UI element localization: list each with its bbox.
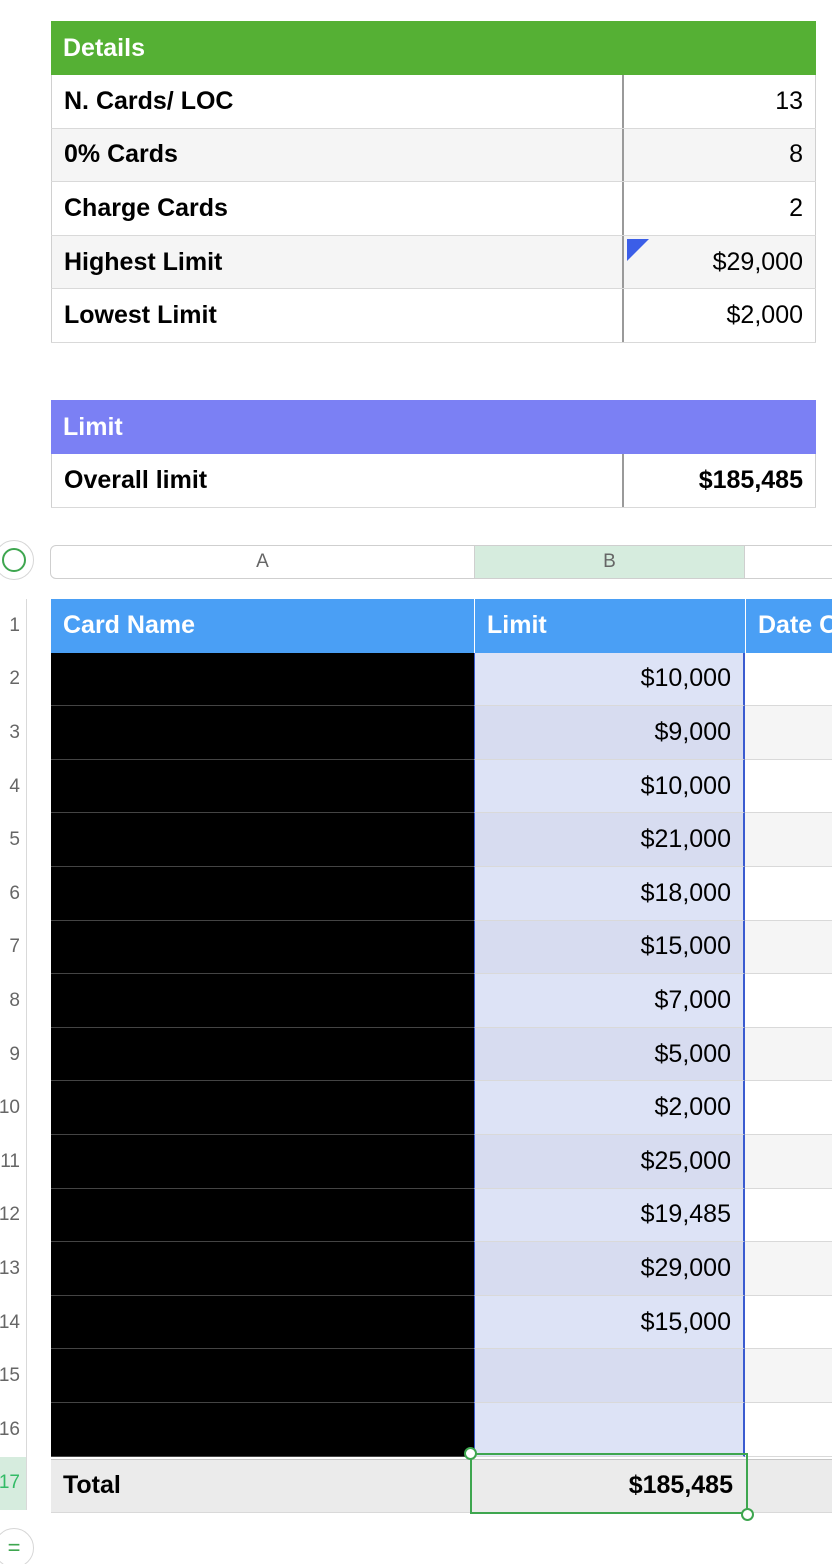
column-header-c[interactable] xyxy=(744,545,832,579)
selection-handle-top-left[interactable] xyxy=(464,1447,477,1460)
date-cell[interactable] xyxy=(745,867,832,921)
overall-limit-label[interactable]: Overall limit xyxy=(51,454,624,507)
header-card-name[interactable]: Card Name xyxy=(51,599,474,653)
row-number[interactable]: 6 xyxy=(0,867,27,921)
limit-cell[interactable]: $15,000 xyxy=(474,1295,745,1350)
date-cell[interactable] xyxy=(745,706,832,760)
limit-header[interactable]: Limit xyxy=(51,400,816,454)
card-name-cell[interactable] xyxy=(51,813,474,867)
limit-cell[interactable]: $2,000 xyxy=(474,1081,745,1135)
row-number[interactable]: 2 xyxy=(0,652,27,707)
date-cell[interactable] xyxy=(745,1349,832,1403)
comment-triangle-icon[interactable] xyxy=(627,238,649,261)
limit-cell[interactable] xyxy=(474,1349,745,1403)
date-cell[interactable] xyxy=(745,1403,832,1457)
details-row[interactable]: Highest Limit $29,000 xyxy=(51,235,816,290)
limit-cell[interactable]: $29,000 xyxy=(474,1242,745,1296)
limit-cell[interactable]: $10,000 xyxy=(474,652,745,707)
equals-icon[interactable]: = xyxy=(0,1528,34,1564)
card-name-cell[interactable] xyxy=(51,920,474,975)
circle-icon[interactable] xyxy=(2,548,26,572)
total-date-cell[interactable] xyxy=(745,1459,832,1513)
row-number[interactable]: 12 xyxy=(0,1188,27,1243)
details-row[interactable]: Lowest Limit $2,000 xyxy=(51,289,816,343)
date-cell[interactable] xyxy=(745,652,832,707)
details-value[interactable]: $29,000 xyxy=(624,235,816,289)
limit-cell[interactable]: $25,000 xyxy=(474,1135,745,1189)
details-label[interactable]: Charge Cards xyxy=(51,182,624,235)
limit-cell[interactable] xyxy=(474,1403,745,1457)
row-number[interactable]: 11 xyxy=(0,1135,27,1189)
limit-cell[interactable]: $9,000 xyxy=(474,706,745,760)
row-number[interactable]: 10 xyxy=(0,1081,27,1135)
date-cell[interactable] xyxy=(745,813,832,867)
row-number[interactable]: 7 xyxy=(0,920,27,975)
details-row[interactable]: Charge Cards 2 xyxy=(51,182,816,236)
row-number[interactable]: 16 xyxy=(0,1403,27,1457)
card-name-cell[interactable] xyxy=(51,974,474,1028)
row-number[interactable]: 14 xyxy=(0,1295,27,1350)
date-cell[interactable] xyxy=(745,1081,832,1135)
details-value[interactable]: 13 xyxy=(624,75,816,128)
card-name-cell[interactable] xyxy=(51,1403,474,1457)
row-number[interactable]: 5 xyxy=(0,813,27,867)
card-name-cell[interactable] xyxy=(51,1081,474,1135)
card-name-cell[interactable] xyxy=(51,706,474,760)
row-number[interactable]: 13 xyxy=(0,1242,27,1296)
card-name-cell[interactable] xyxy=(51,867,474,921)
total-label[interactable]: Total xyxy=(51,1459,474,1513)
limit-cell[interactable]: $18,000 xyxy=(474,867,745,921)
card-name-cell[interactable] xyxy=(51,1027,474,1082)
date-cell[interactable] xyxy=(745,920,832,975)
limit-row[interactable]: Overall limit $185,485 xyxy=(51,454,816,508)
card-name-cell[interactable] xyxy=(51,652,474,707)
row-number[interactable]: 9 xyxy=(0,1027,27,1082)
limit-table: Limit Overall limit $185,485 xyxy=(51,400,816,508)
card-name-cell[interactable] xyxy=(51,1242,474,1296)
row-number[interactable]: 3 xyxy=(0,706,27,760)
details-label[interactable]: Lowest Limit xyxy=(51,289,624,342)
header-date[interactable]: Date C xyxy=(745,599,832,653)
selection-handle-bottom-right[interactable] xyxy=(741,1508,754,1521)
column-header-b[interactable]: B xyxy=(474,545,745,579)
limit-cell[interactable]: $15,000 xyxy=(474,920,745,975)
details-row[interactable]: N. Cards/ LOC 13 xyxy=(51,75,816,129)
row-number[interactable]: 8 xyxy=(0,974,27,1028)
card-name-cell[interactable] xyxy=(51,759,474,814)
overall-limit-value[interactable]: $185,485 xyxy=(624,454,816,507)
highest-limit-value: $29,000 xyxy=(712,247,803,276)
details-row[interactable]: 0% Cards 8 xyxy=(51,128,816,183)
limit-cell[interactable]: $7,000 xyxy=(474,974,745,1028)
row-number[interactable]: 1 xyxy=(0,599,27,653)
date-cell[interactable] xyxy=(745,1027,832,1082)
details-label[interactable]: 0% Cards xyxy=(51,128,624,182)
details-table: Details N. Cards/ LOC 13 0% Cards 8 Char… xyxy=(51,21,816,343)
card-name-cell[interactable] xyxy=(51,1188,474,1243)
limit-cell[interactable]: $19,485 xyxy=(474,1188,745,1243)
row-number[interactable]: 17 xyxy=(0,1456,27,1511)
card-name-cell[interactable] xyxy=(51,1135,474,1189)
limit-cell[interactable]: $21,000 xyxy=(474,813,745,867)
details-label[interactable]: N. Cards/ LOC xyxy=(51,75,624,128)
card-name-cell[interactable] xyxy=(51,1349,474,1403)
cell-selection-box[interactable] xyxy=(470,1453,748,1514)
details-value[interactable]: 8 xyxy=(624,128,816,182)
header-limit[interactable]: Limit xyxy=(474,599,745,653)
date-cell[interactable] xyxy=(745,1135,832,1189)
details-header[interactable]: Details xyxy=(51,21,816,75)
date-cell[interactable] xyxy=(745,1188,832,1243)
row-number[interactable]: 15 xyxy=(0,1349,27,1403)
row-number[interactable]: 4 xyxy=(0,759,27,814)
date-cell[interactable] xyxy=(745,759,832,814)
column-header-a[interactable]: A xyxy=(50,545,475,579)
card-name-cell[interactable] xyxy=(51,1295,474,1350)
details-label[interactable]: Highest Limit xyxy=(51,235,624,289)
date-cell[interactable] xyxy=(745,1242,832,1296)
date-cell[interactable] xyxy=(745,1295,832,1350)
details-value[interactable]: $2,000 xyxy=(624,289,816,342)
limit-cell[interactable]: $5,000 xyxy=(474,1027,745,1082)
limit-cell[interactable]: $10,000 xyxy=(474,759,745,814)
details-value[interactable]: 2 xyxy=(624,182,816,235)
date-cell[interactable] xyxy=(745,974,832,1028)
